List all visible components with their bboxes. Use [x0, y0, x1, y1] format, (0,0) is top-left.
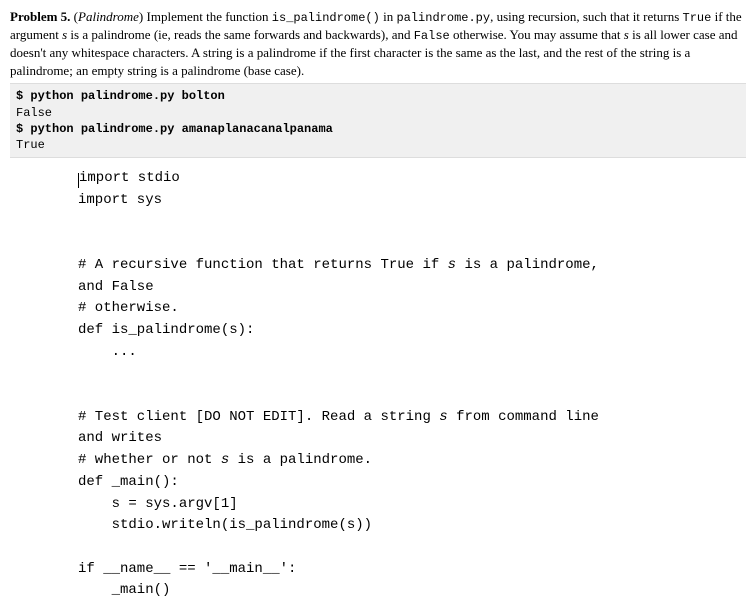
terminal-output: $ python palindrome.py bolton False $ py…: [10, 83, 746, 158]
code-comment: and writes: [78, 430, 162, 446]
code-line: def is_palindrome(s):: [78, 322, 254, 338]
desc-text: in: [380, 9, 397, 24]
code-comment: # whether or not s is a palindrome.: [78, 452, 372, 468]
file-name: palindrome.py: [396, 11, 490, 25]
true-literal: True: [683, 11, 712, 25]
code-comment: # otherwise.: [78, 300, 179, 316]
command: python palindrome.py bolton: [30, 89, 224, 103]
code-listing: import stdio import sys # A recursive fu…: [78, 168, 746, 602]
desc-text: otherwise. You may assume that: [450, 27, 624, 42]
code-comment: # A recursive function that returns True…: [78, 257, 599, 273]
output-line: True: [16, 138, 45, 152]
code-line: import sys: [78, 192, 162, 208]
fn-name: is_palindrome(): [272, 11, 380, 25]
problem-statement: Problem 5. (Palindrome) Implement the fu…: [10, 8, 746, 79]
code-line: if __name__ == '__main__':: [78, 561, 296, 577]
output-line: False: [16, 106, 52, 120]
false-literal: False: [414, 29, 450, 43]
desc-text: Implement the function: [147, 9, 272, 24]
code-line: _main(): [78, 582, 170, 598]
code-comment: and False: [78, 279, 154, 295]
code-comment: # Test client [DO NOT EDIT]. Read a stri…: [78, 409, 599, 425]
command: python palindrome.py amanaplanacanalpana…: [30, 122, 332, 136]
prompt: $: [16, 122, 30, 136]
desc-text: , using recursion, such that it returns: [490, 9, 682, 24]
problem-label: Problem 5.: [10, 9, 70, 24]
desc-text: is a palindrome (ie, reads the same forw…: [67, 27, 414, 42]
code-line: def _main():: [78, 474, 179, 490]
code-line: stdio.writeln(is_palindrome(s)): [78, 517, 372, 533]
code-line: s = sys.argv[1]: [78, 496, 238, 512]
prompt: $: [16, 89, 30, 103]
code-line: import stdio: [79, 170, 180, 186]
problem-title: Palindrome: [78, 9, 139, 24]
code-line: ...: [78, 344, 137, 360]
